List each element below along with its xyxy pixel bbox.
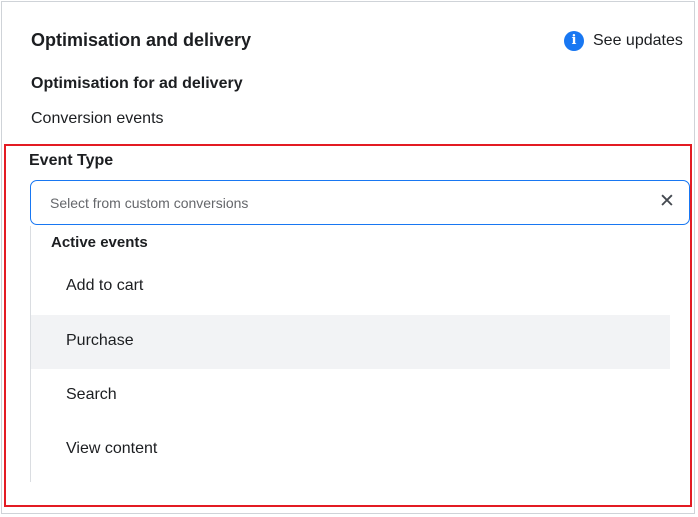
dropdown-option-search[interactable]: Search [31,369,670,423]
dropdown-option-label: Search [66,386,117,403]
dropdown-option-label: Purchase [66,332,134,349]
event-type-label: Event Type [29,152,114,169]
see-updates-link[interactable]: i See updates [564,31,683,51]
section-title: Optimisation and delivery [31,30,252,50]
event-type-search-box[interactable]: ✕ [30,180,690,225]
dropdown-group-label: Active events [51,234,148,251]
optimisation-heading: Optimisation for ad delivery [31,75,243,92]
dropdown-option-add-to-cart[interactable]: Add to cart [31,260,670,314]
optimisation-value: Conversion events [31,110,164,127]
close-icon[interactable]: ✕ [659,191,675,213]
dropdown-option-purchase[interactable]: Purchase [31,315,670,369]
dropdown-option-view-content[interactable]: View content [31,423,670,477]
dropdown-option-label: Add to cart [66,277,144,294]
event-dropdown-list: Active events Add to cart Purchase Searc… [30,226,670,482]
info-icon: i [564,31,584,51]
event-type-search-input[interactable] [50,193,610,213]
see-updates-label: See updates [593,32,683,49]
dropdown-option-label: View content [66,440,158,457]
